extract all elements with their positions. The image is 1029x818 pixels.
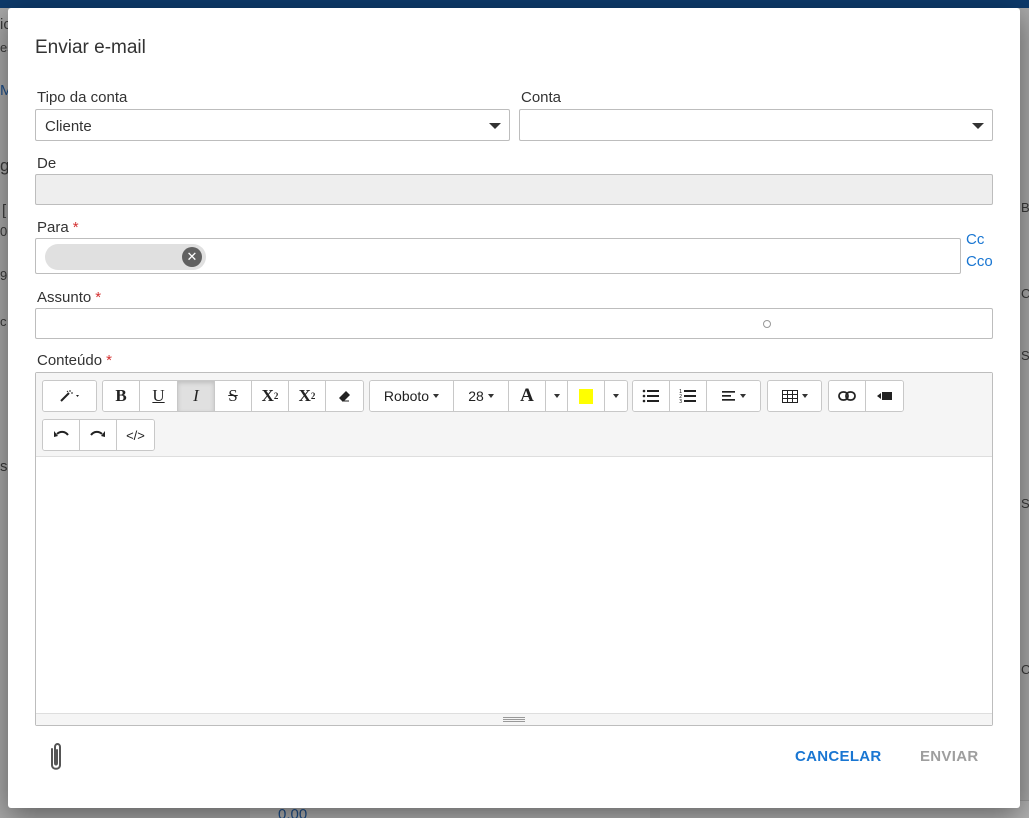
bg-text-fragment: C [1021, 286, 1029, 301]
background-topbar [0, 0, 1029, 8]
redo-icon[interactable] [80, 420, 117, 450]
caret-icon [487, 394, 494, 398]
content-label: Conteúdo * [37, 352, 112, 369]
rich-text-editor: B U I S X2 X2 Roboto 28 A 1 2 3 </> [35, 372, 993, 726]
subscript-label: X [298, 386, 311, 405]
account-type-label: Tipo da conta [37, 89, 128, 106]
font-family-dropdown[interactable]: Roboto [370, 381, 454, 411]
caret-icon [553, 394, 560, 398]
content-label-text: Conteúdo [37, 352, 103, 369]
caret-icon [801, 394, 808, 398]
font-color-button[interactable]: A [509, 381, 546, 411]
font-group: Roboto 28 A [369, 380, 628, 412]
bg-text-fragment: 0 [0, 224, 8, 239]
bullet-list-icon[interactable] [633, 381, 670, 411]
to-label-text: Para [37, 219, 69, 236]
dialog-title: Enviar e-mail [35, 37, 146, 58]
bg-text-fragment: 9 [0, 268, 8, 283]
bg-text-fragment: [ [2, 202, 7, 219]
subject-label: Assunto * [37, 289, 101, 306]
font-color-caret[interactable] [546, 381, 568, 411]
paperclip-icon [51, 743, 61, 770]
font-family-value: Roboto [383, 388, 430, 404]
style-group [42, 380, 97, 412]
account-select[interactable] [519, 109, 993, 141]
subject-input[interactable] [35, 308, 993, 339]
table-icon [781, 389, 798, 403]
loading-icon [763, 320, 771, 328]
magic-wand-icon [59, 390, 79, 402]
link-icon[interactable] [829, 381, 866, 411]
account-type-value: Cliente [45, 118, 92, 135]
bg-text-fragment: S [1021, 348, 1029, 363]
cc-link[interactable]: Cc [966, 231, 984, 248]
to-field[interactable]: ✕ [35, 238, 961, 274]
required-marker: * [72, 219, 79, 236]
bg-text-fragment: S [1021, 496, 1029, 511]
bold-button[interactable]: B [103, 381, 140, 411]
video-icon[interactable] [866, 381, 903, 411]
eraser-icon [338, 391, 350, 402]
account-type-select[interactable]: Cliente [35, 109, 510, 141]
code-view-button[interactable]: </> [117, 420, 154, 450]
editor-toolbar: B U I S X2 X2 Roboto 28 A 1 2 3 </> [36, 373, 992, 457]
required-marker: * [106, 352, 112, 369]
bg-text-fragment: C [1021, 662, 1029, 677]
underline-button[interactable]: U [140, 381, 178, 411]
to-label: Para * [37, 219, 79, 236]
paragraph-group: 1 2 3 [632, 380, 761, 412]
link-icon [838, 391, 856, 401]
recipient-chip: ✕ [45, 244, 206, 270]
italic-button[interactable]: I [178, 381, 215, 411]
bg-text-fragment: c [0, 314, 7, 329]
subscript-button[interactable]: X2 [289, 381, 326, 411]
chevron-down-icon [972, 123, 984, 129]
bullet-list-icon [642, 389, 659, 403]
from-field [35, 174, 993, 205]
font-size-dropdown[interactable]: 28 [454, 381, 509, 411]
magic-wand-icon[interactable] [43, 381, 96, 411]
eraser-icon[interactable] [326, 381, 363, 411]
superscript-button[interactable]: X2 [252, 381, 289, 411]
numbered-list-icon[interactable]: 1 2 3 [670, 381, 707, 411]
highlight-color-button[interactable] [568, 381, 605, 411]
undo-icon [54, 430, 69, 437]
undo-icon[interactable] [43, 420, 80, 450]
font-size-value: 28 [468, 388, 484, 404]
numbered-list-icon: 1 2 3 [679, 389, 696, 404]
cancel-button[interactable]: CANCELAR [795, 748, 882, 765]
send-button[interactable]: ENVIAR [920, 748, 978, 765]
superscript-label: X [261, 386, 274, 405]
table-dropdown[interactable] [768, 381, 821, 411]
align-left-icon [721, 391, 735, 401]
subject-label-text: Assunto [37, 289, 92, 306]
from-label: De [37, 155, 57, 172]
editor-resize-handle[interactable] [36, 713, 992, 725]
send-email-dialog: Enviar e-mail Tipo da conta Cliente Cont… [8, 8, 1020, 808]
highlight-color-caret[interactable] [605, 381, 627, 411]
insert-group [828, 380, 904, 412]
bg-text-fragment: s [0, 458, 8, 475]
caret-icon [739, 394, 746, 398]
redo-icon [90, 430, 105, 437]
editor-content-area[interactable] [36, 457, 992, 713]
svg-text:3: 3 [679, 399, 682, 404]
highlight-swatch [579, 388, 593, 404]
caret-icon [433, 394, 440, 398]
history-group: </> [42, 419, 155, 451]
attach-button[interactable] [45, 741, 67, 778]
caret-icon [613, 394, 619, 398]
account-label: Conta [521, 89, 562, 106]
bcc-link[interactable]: Cco [966, 253, 993, 270]
chevron-down-icon [489, 123, 501, 129]
bg-text-fragment: B [1021, 200, 1029, 215]
close-icon[interactable]: ✕ [182, 247, 202, 267]
strikethrough-button[interactable]: S [215, 381, 252, 411]
format-group: B U I S X2 X2 [102, 380, 364, 412]
required-marker: * [95, 289, 102, 306]
align-dropdown[interactable] [707, 381, 760, 411]
video-icon [876, 392, 892, 400]
resize-grip-icon [503, 717, 525, 722]
table-group [767, 380, 822, 412]
